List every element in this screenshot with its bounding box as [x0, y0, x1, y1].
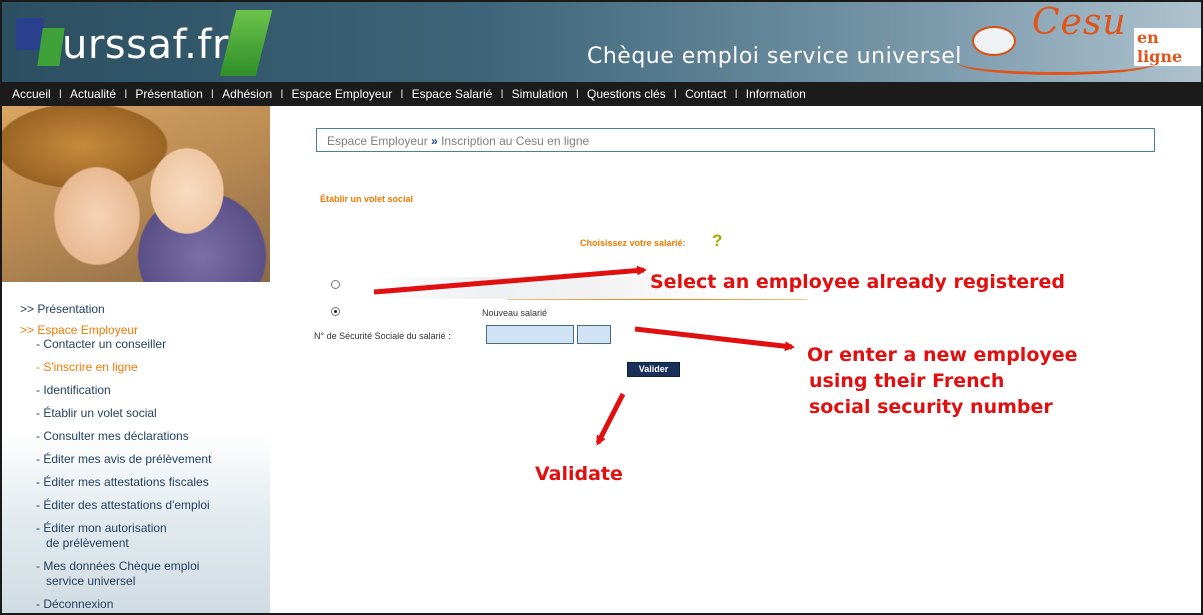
- annotation-select-existing: Select an employee already registered: [650, 271, 1066, 293]
- annotation-arrows: [373, 265, 795, 446]
- browser-frame: urssaf.fr Chèque emploi service universe…: [0, 0, 1203, 615]
- arrow-to-existing-employee: [373, 265, 647, 295]
- arrow-to-ssn-field: [634, 326, 795, 352]
- annotation-new-employee: Or enter a new employee using their Fren…: [807, 342, 1078, 420]
- annotation-new-line-1: Or enter a new employee: [807, 344, 1078, 366]
- annotation-new-line-3: social security number: [809, 396, 1053, 418]
- arrow-to-validate: [595, 392, 626, 446]
- annotation-new-line-2: using their French: [809, 370, 1005, 392]
- annotation-validate: Validate: [535, 463, 623, 485]
